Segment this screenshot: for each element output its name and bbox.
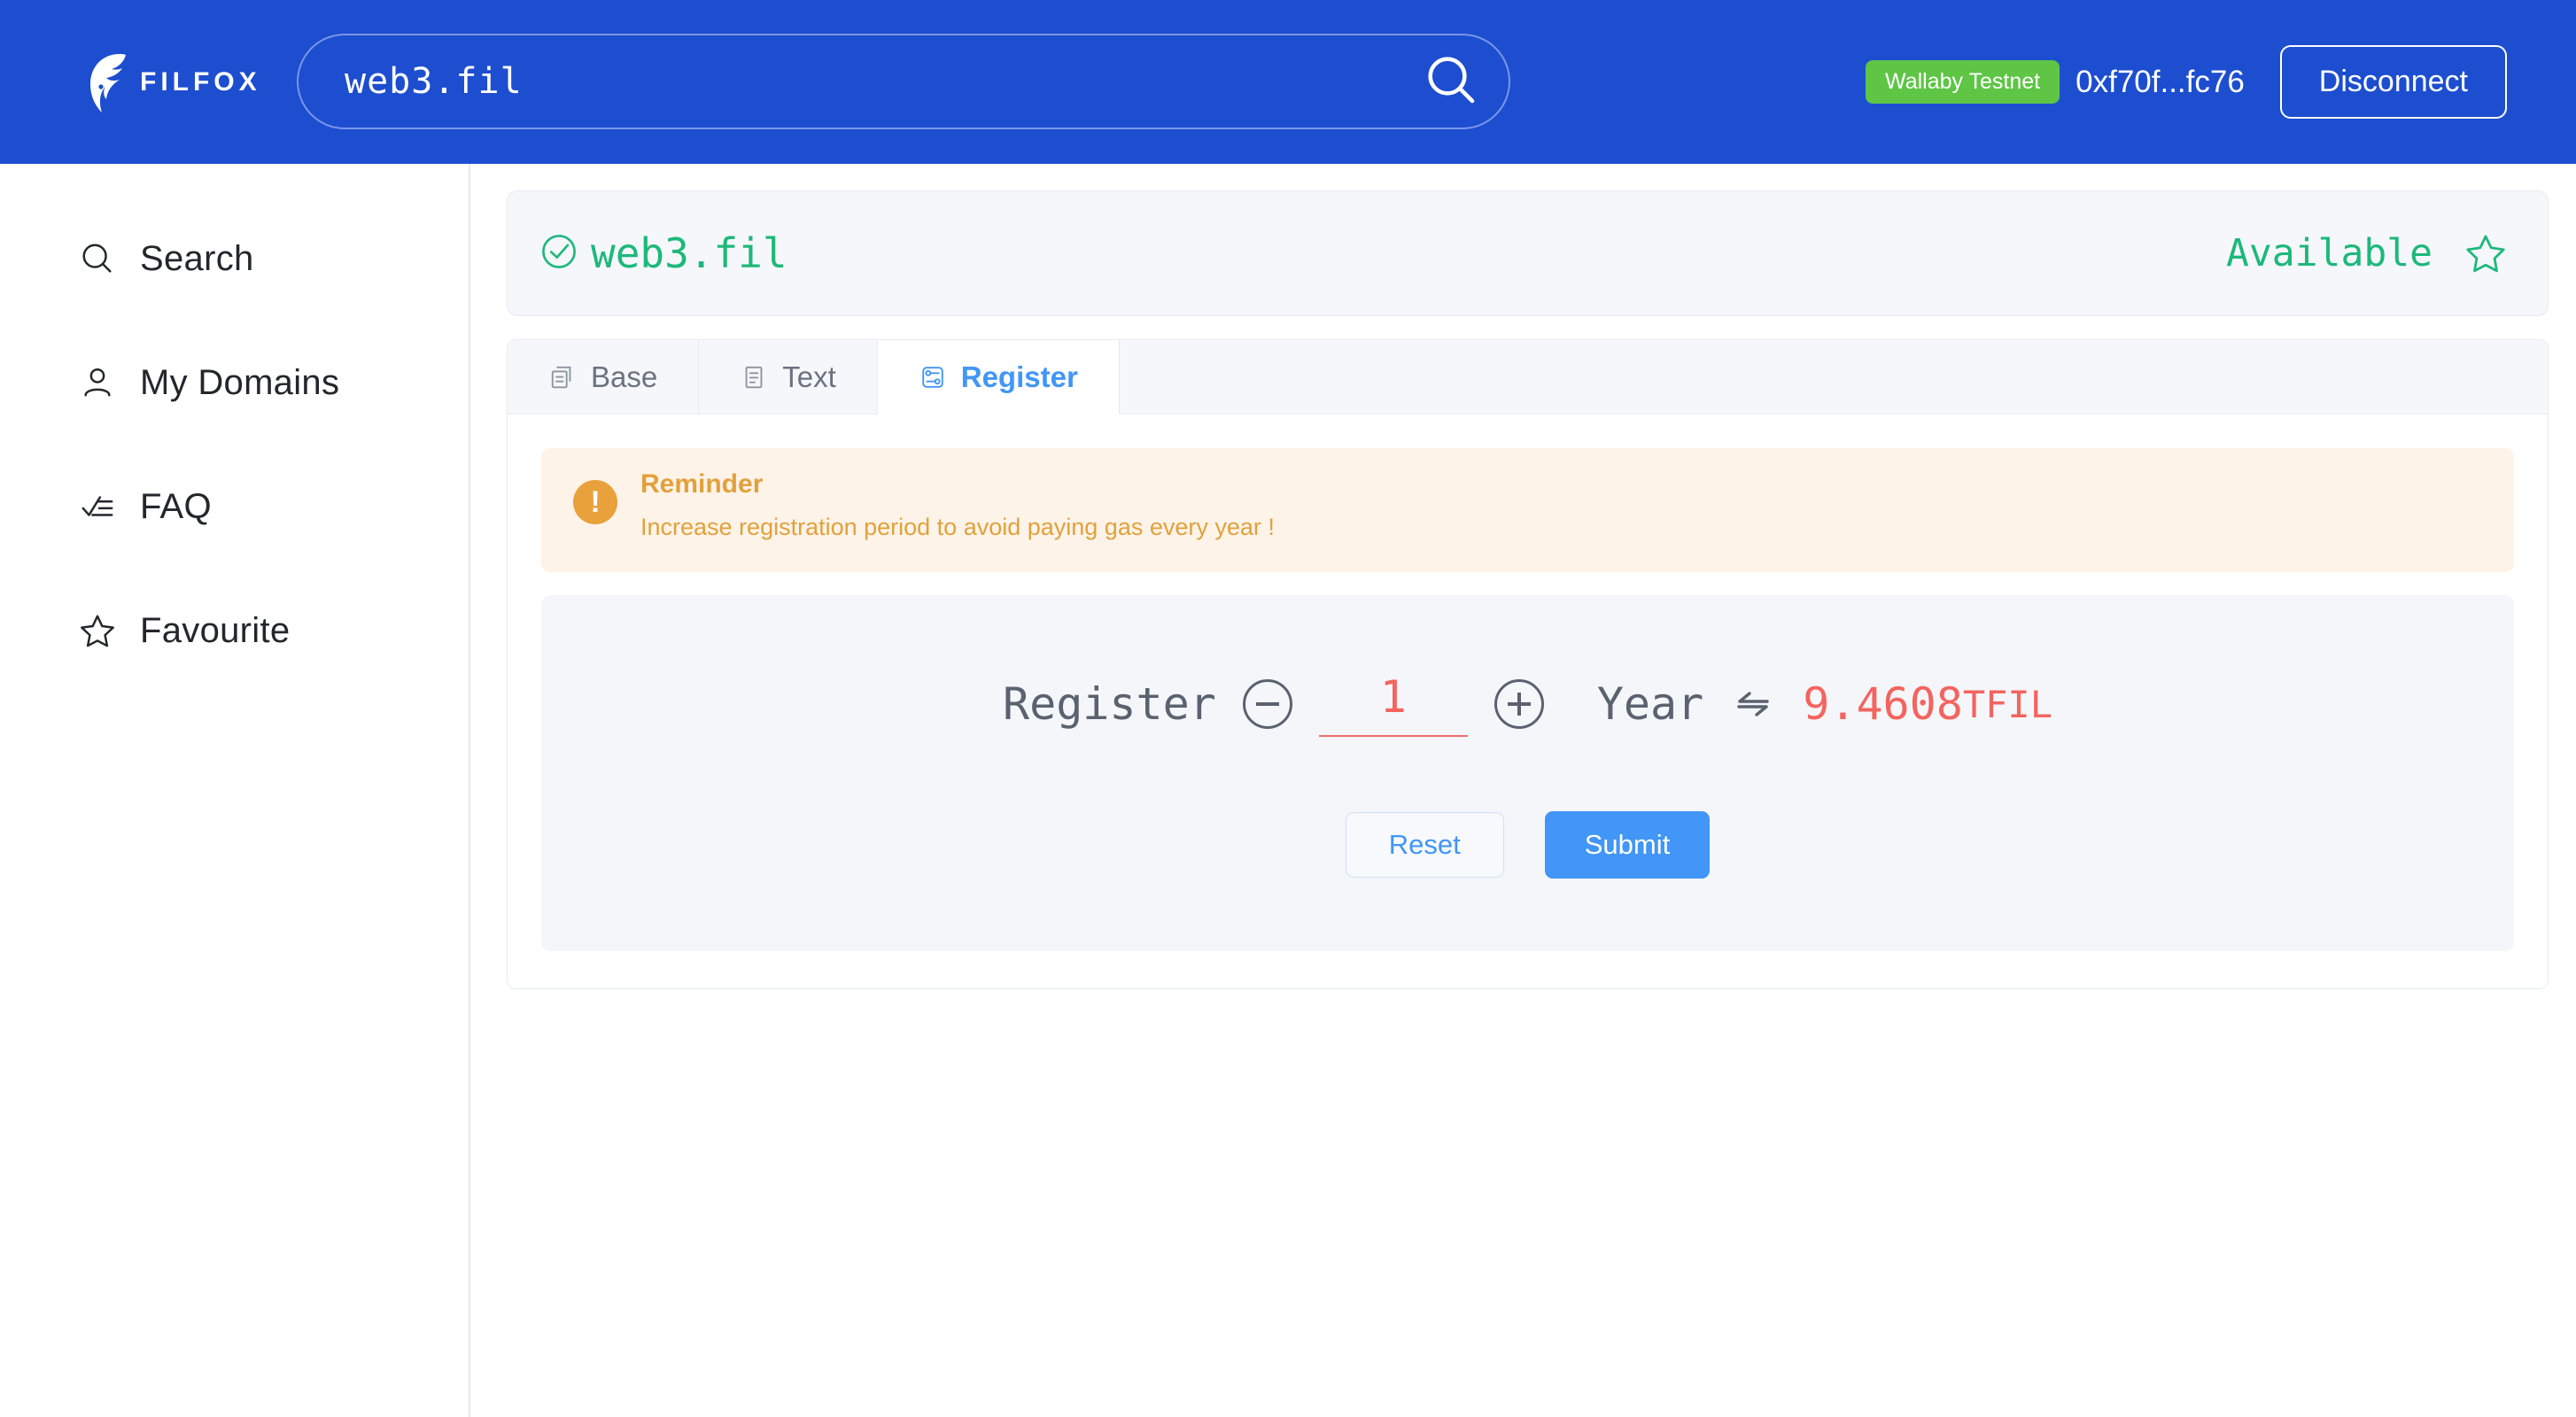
register-form-card: Register Year 9	[541, 595, 2514, 951]
brand-logo[interactable]: FILFOX	[78, 50, 261, 114]
reset-button[interactable]: Reset	[1345, 812, 1504, 878]
sidebar-item-label: Search	[140, 238, 254, 278]
wallet-address[interactable]: 0xf70f...fc76	[2076, 65, 2245, 100]
main-content: web3.fil Available Base Text Register ! …	[470, 164, 2576, 1417]
user-icon	[78, 363, 117, 402]
tabs-bar: Base Text Register	[508, 340, 2548, 414]
sidebar-item-label: FAQ	[140, 486, 212, 526]
search-icon	[1423, 51, 1479, 112]
domain-status-right: Available	[2226, 231, 2507, 275]
register-tab-body: ! Reminder Increase registration period …	[508, 414, 2548, 988]
tab-label: Text	[782, 360, 836, 393]
status-badge: Available	[2226, 231, 2432, 275]
exclamation-icon: !	[573, 480, 617, 524]
header-wallet-area: Wallaby Testnet 0xf70f...fc76 Disconnect	[1866, 0, 2507, 164]
tab-register[interactable]: Register	[877, 340, 1120, 414]
register-label: Register	[1002, 678, 1216, 730]
sidebar-item-my-domains[interactable]: My Domains	[0, 339, 469, 426]
settings-box-icon	[919, 363, 947, 391]
tabs-filler	[1120, 340, 2548, 414]
star-outline-icon[interactable]	[2464, 232, 2507, 275]
tab-base[interactable]: Base	[508, 340, 700, 414]
register-period-row: Register Year 9	[541, 671, 2514, 737]
plus-circle-icon[interactable]	[1494, 679, 1544, 729]
search-input[interactable]: web3.fil	[345, 61, 1393, 102]
sidebar-item-favourite[interactable]: Favourite	[0, 587, 469, 674]
sidebar-item-label: My Domains	[140, 362, 340, 402]
document-lines-icon	[740, 363, 768, 391]
tab-label: Base	[591, 360, 658, 393]
star-icon	[78, 611, 117, 650]
app-header: FILFOX web3.fil Wallaby Testnet 0xf70f..…	[0, 0, 2576, 164]
price-value: 9.4608	[1803, 678, 1963, 730]
filfox-logo-icon	[78, 50, 131, 114]
documents-icon	[548, 363, 577, 391]
domain-status-left: web3.fil	[539, 229, 2226, 277]
header-search-bar[interactable]: web3.fil	[297, 34, 1510, 129]
sidebar-item-faq[interactable]: FAQ	[0, 463, 469, 550]
submit-button[interactable]: Submit	[1544, 811, 1711, 879]
form-actions: Reset Submit	[541, 811, 2514, 879]
sidebar-item-search[interactable]: Search	[0, 215, 469, 302]
sidebar-nav: Search My Domains FAQ Favourite	[0, 164, 470, 1417]
years-input[interactable]	[1318, 671, 1468, 737]
search-submit-button[interactable]	[1393, 35, 1509, 128]
tab-label: Register	[960, 360, 1078, 393]
domain-name: web3.fil	[591, 229, 788, 277]
swap-horizontal-icon	[1732, 683, 1774, 725]
check-circle-icon	[539, 232, 578, 275]
search-icon	[78, 239, 117, 278]
tabs-panel: Base Text Register ! Reminder Increase r…	[507, 339, 2549, 989]
reminder-title: Reminder	[640, 469, 764, 499]
disconnect-button[interactable]: Disconnect	[2279, 45, 2507, 119]
sidebar-item-label: Favourite	[140, 610, 291, 650]
minus-circle-icon[interactable]	[1242, 679, 1292, 729]
reminder-body: Reminder Increase registration period to…	[640, 469, 1275, 541]
checklist-icon	[78, 487, 117, 526]
brand-wordmark: FILFOX	[140, 66, 261, 97]
price-unit: TFIL	[1962, 682, 2053, 726]
reminder-alert: ! Reminder Increase registration period …	[541, 448, 2514, 572]
tab-text[interactable]: Text	[699, 340, 878, 414]
reminder-text: Increase registration period to avoid pa…	[640, 514, 1275, 540]
network-badge[interactable]: Wallaby Testnet	[1866, 60, 2060, 104]
domain-status-card: web3.fil Available	[507, 190, 2549, 316]
unit-label: Year	[1596, 678, 1704, 730]
